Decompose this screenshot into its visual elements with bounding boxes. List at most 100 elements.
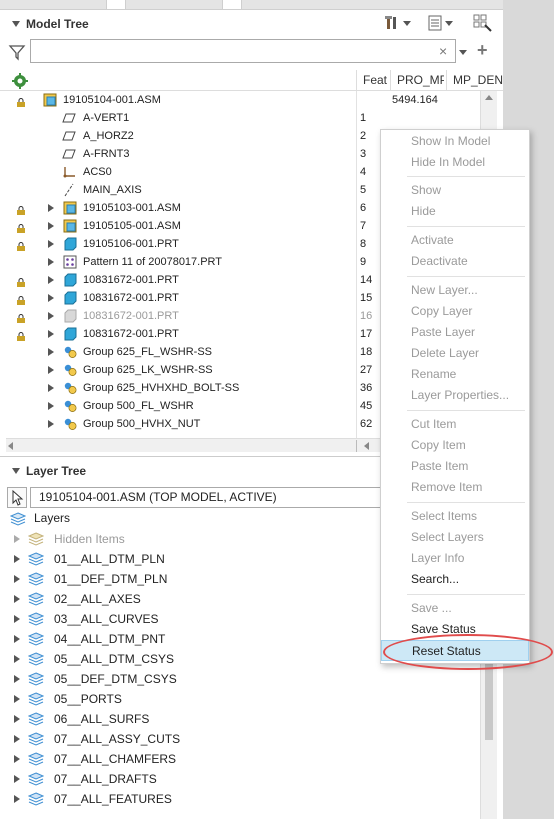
menu-item-select-layers[interactable]: Select Layers	[381, 527, 529, 548]
menu-item-hide[interactable]: Hide	[381, 201, 529, 222]
filter-icon[interactable]	[8, 43, 26, 61]
show-menu-button[interactable]	[428, 14, 453, 32]
tree-row-feat: 1	[360, 112, 367, 124]
column-pro-mp[interactable]: PRO_MP	[390, 70, 444, 91]
expand-icon[interactable]	[14, 615, 20, 623]
expand-icon[interactable]	[48, 312, 54, 320]
column-settings-button[interactable]	[473, 14, 493, 32]
tree-row-label: 19105104-001.ASM	[63, 94, 161, 106]
column-feat[interactable]: Feat	[356, 70, 388, 91]
expand-icon[interactable]	[14, 595, 20, 603]
layers-root-label[interactable]: Layers	[34, 511, 70, 525]
menu-item-paste-layer[interactable]: Paste Layer	[381, 322, 529, 343]
expand-icon[interactable]	[48, 204, 54, 212]
lock-icon	[16, 275, 26, 287]
tree-row-label: 10831672-001.PRT	[83, 328, 179, 340]
menu-item-paste-item[interactable]: Paste Item	[381, 456, 529, 477]
layer-row[interactable]: 07__ALL_CHAMFERS	[0, 749, 480, 769]
tree-row-feat: 5	[360, 184, 367, 196]
layer-label: Hidden Items	[54, 532, 125, 546]
layer-row[interactable]: 05__PORTS	[0, 689, 480, 709]
expand-icon[interactable]	[14, 715, 20, 723]
menu-item-copy-item[interactable]: Copy Item	[381, 435, 529, 456]
expand-icon[interactable]	[14, 755, 20, 763]
menu-separator	[407, 502, 525, 503]
scroll-left-icon[interactable]	[8, 442, 13, 450]
layer-row[interactable]: 05__DEF_DTM_CSYS	[0, 669, 480, 689]
expand-icon[interactable]	[14, 655, 20, 663]
menu-item-show[interactable]: Show	[381, 180, 529, 201]
tools-icon	[384, 15, 400, 31]
expand-icon[interactable]	[14, 775, 20, 783]
expand-icon[interactable]	[14, 635, 20, 643]
expand-icon[interactable]	[48, 348, 54, 356]
collapse-icon[interactable]	[12, 468, 20, 474]
menu-item-rename[interactable]: Rename	[381, 364, 529, 385]
pattern-icon	[63, 255, 77, 269]
menu-item-search[interactable]: Search...	[381, 569, 529, 590]
layer-row[interactable]: 07__ALL_DRAFTS	[0, 769, 480, 789]
tree-row-top-assembly[interactable]: 19105104-001.ASM 5494.164	[0, 91, 480, 109]
tree-row-pro-mp: 5494.164	[392, 94, 438, 106]
tree-row-label: Group 500_HVHX_NUT	[83, 418, 201, 430]
expand-icon[interactable]	[48, 384, 54, 392]
tree-row-label: 10831672-001.PRT	[83, 310, 179, 322]
expand-icon[interactable]	[48, 330, 54, 338]
layer-row[interactable]: 07__ALL_ASSY_CUTS	[0, 729, 480, 749]
filter-dropdown-icon[interactable]	[459, 50, 467, 55]
layer-label: 03__ALL_CURVES	[54, 612, 159, 626]
column-mp-den[interactable]: MP_DEN	[446, 70, 503, 91]
menu-separator	[407, 594, 525, 595]
tree-row-label: 10831672-001.PRT	[83, 292, 179, 304]
layer-row[interactable]: 07__ALL_FEATURES	[0, 789, 480, 809]
top-tab[interactable]	[222, 0, 242, 10]
tree-row-feat: 36	[360, 382, 373, 394]
expand-icon[interactable]	[14, 575, 20, 583]
expand-icon[interactable]	[48, 258, 54, 266]
add-filter-button[interactable]: +	[477, 40, 488, 61]
expand-icon[interactable]	[14, 795, 20, 803]
annotation-highlight-ring	[383, 634, 553, 670]
layer-icon	[27, 792, 45, 806]
tree-settings-button[interactable]	[384, 14, 411, 32]
expand-icon[interactable]	[48, 402, 54, 410]
expand-icon[interactable]	[48, 222, 54, 230]
scroll-up-icon[interactable]	[485, 95, 493, 100]
chevron-down-icon	[403, 20, 411, 26]
expand-icon[interactable]	[48, 366, 54, 374]
menu-item-cut-item[interactable]: Cut Item	[381, 414, 529, 435]
menu-item-layer-properties[interactable]: Layer Properties...	[381, 385, 529, 406]
expand-icon[interactable]	[48, 276, 54, 284]
menu-item-new-layer[interactable]: New Layer...	[381, 280, 529, 301]
clear-filter-icon[interactable]: ×	[439, 43, 447, 59]
expand-icon[interactable]	[14, 675, 20, 683]
menu-item-save[interactable]: Save ...	[381, 598, 529, 619]
filter-input[interactable]	[30, 39, 456, 63]
expand-icon[interactable]	[14, 695, 20, 703]
menu-item-deactivate[interactable]: Deactivate	[381, 251, 529, 272]
lock-icon	[16, 95, 26, 107]
scroll-left-icon[interactable]	[364, 442, 369, 450]
expand-icon[interactable]	[14, 555, 20, 563]
part-icon	[63, 237, 77, 251]
layer-row[interactable]: 06__ALL_SURFS	[0, 709, 480, 729]
expand-icon[interactable]	[48, 240, 54, 248]
select-model-button[interactable]	[7, 487, 27, 508]
menu-item-remove-item[interactable]: Remove Item	[381, 477, 529, 498]
menu-item-hide-in-model[interactable]: Hide In Model	[381, 152, 529, 173]
menu-separator	[407, 410, 525, 411]
expand-icon[interactable]	[14, 735, 20, 743]
menu-item-select-items[interactable]: Select Items	[381, 506, 529, 527]
model-tree-settings-icon[interactable]	[12, 73, 28, 89]
top-tab[interactable]	[106, 0, 126, 10]
expand-icon[interactable]	[14, 535, 20, 543]
menu-item-copy-layer[interactable]: Copy Layer	[381, 301, 529, 322]
expand-icon[interactable]	[48, 420, 54, 428]
menu-item-layer-info[interactable]: Layer Info	[381, 548, 529, 569]
menu-item-activate[interactable]: Activate	[381, 230, 529, 251]
menu-item-delete-layer[interactable]: Delete Layer	[381, 343, 529, 364]
menu-item-show-in-model[interactable]: Show In Model	[381, 131, 529, 152]
expand-icon[interactable]	[48, 294, 54, 302]
tree-row-datum-plane[interactable]: A-VERT1 1	[0, 109, 480, 127]
collapse-icon[interactable]	[12, 21, 20, 27]
